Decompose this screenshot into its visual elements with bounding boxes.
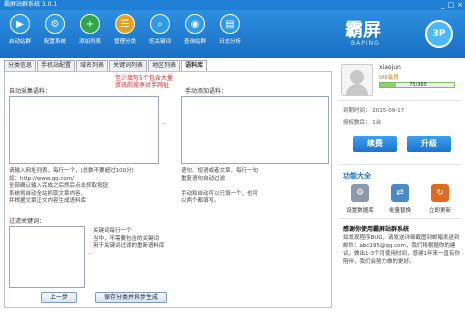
toolbar-log-button[interactable]: ▤ 日志分析	[214, 14, 246, 45]
auth-value: 1台	[372, 120, 382, 126]
log-icon: ▤	[220, 14, 240, 34]
user-sidebar: xiaojun VIP会员 75/365 到期时间： 2015-09-17 授权…	[335, 58, 465, 314]
toolbar-label: 启动站群	[8, 39, 31, 45]
toolbar-label: 管理分类	[113, 39, 136, 45]
avatar	[341, 64, 373, 96]
function-label: 批量替换	[388, 208, 411, 214]
tab-domain-list[interactable]: 域名列表	[76, 60, 109, 71]
tab-corpus[interactable]: 语料库	[181, 60, 208, 71]
toolbar-label: 查询站群	[183, 39, 206, 45]
filter-keyword-textarea[interactable]	[9, 226, 85, 288]
refresh-icon: ↻	[431, 184, 449, 202]
brand-name: 霸屏	[345, 20, 381, 41]
toolbar-add-list-button[interactable]: + 添加列表	[74, 14, 106, 45]
toolbar-label: 挖关键词	[148, 39, 171, 45]
corpus-panel: 至少填写5个包含大量 资讯的竞争对手网址 自动采集语料： 手动添加语料： · 请…	[4, 71, 332, 308]
toolbar-config-button[interactable]: ⚙ 配置系统	[39, 14, 71, 45]
set-database-button[interactable]: ⚙ 设置数据库	[345, 184, 375, 214]
expire-label: 到期时间：	[343, 108, 371, 114]
usage-progress-bar: 75/365	[379, 82, 455, 88]
replace-icon: ⇄	[391, 184, 409, 202]
save-category-button[interactable]: 保存分类并异步生成	[95, 292, 167, 303]
category-icon: ☰	[115, 14, 135, 34]
query-icon: ◉	[185, 14, 205, 34]
renew-button[interactable]: 续费	[353, 136, 397, 152]
tab-bar: 分类信息 手机站配置 域名列表 关键词列表 地区列表 语料库	[4, 60, 208, 71]
toolbar-label: 添加列表	[78, 39, 101, 45]
auto-corpus-label: 自动采集语料：	[9, 88, 52, 95]
required-marker: ·	[89, 250, 92, 258]
auto-corpus-note: 请输入网址列表，每行一个，(总数不要超过100分) 如：http://www.q…	[9, 168, 134, 204]
auth-label: 授权数目：	[343, 120, 371, 126]
window-controls: _ □ ×	[441, 0, 463, 10]
minimize-button[interactable]: _	[441, 0, 445, 10]
divider	[339, 164, 461, 165]
filter-keyword-label: 过滤关键词：	[9, 218, 46, 225]
function-label: 设置数据库	[346, 208, 374, 214]
brand-subtitle: BAPING	[351, 40, 380, 47]
divider	[339, 218, 461, 219]
window-title: 霸屏站群系统 3.0.1	[4, 1, 58, 8]
gear-icon: ⚙	[45, 14, 65, 34]
warning-text: 至少填写5个包含大量 资讯的竞争对手网址	[115, 75, 173, 89]
brand-logo: 霸屏 BAPING 3P	[337, 14, 457, 54]
tab-category-info[interactable]: 分类信息	[4, 60, 37, 71]
expire-row: 到期时间： 2015-09-17	[343, 106, 404, 114]
brand-badge-icon: 3P	[425, 20, 453, 48]
expire-value: 2015-09-17	[372, 108, 405, 114]
manual-corpus-label: 手动添加语料：	[185, 88, 228, 95]
user-icon	[350, 70, 364, 84]
previous-step-button[interactable]: 上一步	[41, 292, 77, 303]
maximize-button[interactable]: □	[448, 0, 455, 10]
toolbar-label: 配置系统	[43, 39, 66, 45]
divider	[339, 100, 461, 101]
notice-text: 如发现程序BUG，请发送详细截图到邮箱发送到邮件：abc195@qq.com，我…	[343, 235, 460, 265]
progress-text: 75/365	[409, 82, 427, 88]
toolbar-start-button[interactable]: ▶ 启动站群	[4, 14, 36, 45]
main-toolbar: ▶ 启动站群 ⚙ 配置系统 + 添加列表 ☰ 管理分类 ⌕ 挖关键词 ◉ 查询站…	[0, 10, 465, 58]
search-icon: ⌕	[150, 14, 170, 34]
auto-corpus-textarea[interactable]	[9, 96, 159, 164]
plus-icon: +	[80, 14, 100, 34]
upgrade-button[interactable]: 升级	[407, 136, 451, 152]
vip-badge: VIP会员	[379, 75, 399, 81]
play-icon: ▶	[10, 14, 30, 34]
notice-title: 感谢你使用霸屏站群系统	[343, 226, 410, 233]
toolbar-query-button[interactable]: ◉ 查询站群	[179, 14, 211, 45]
toolbar-keyword-button[interactable]: ⌕ 挖关键词	[144, 14, 176, 45]
toolbar-manage-category-button[interactable]: ☰ 管理分类	[109, 14, 141, 45]
update-now-button[interactable]: ↻ 立即更新	[425, 184, 455, 214]
manual-corpus-textarea[interactable]	[181, 96, 329, 164]
filter-keyword-note: 关键词每行一个 当中，不需要包含的关键词 用于关键词过滤的重新语料库	[93, 228, 165, 249]
auth-row: 授权数目： 1台	[343, 118, 381, 126]
function-label: 立即更新	[428, 208, 451, 214]
toolbar-label: 日志分析	[218, 39, 241, 45]
functions-title: 功能大全	[343, 172, 371, 180]
manual-corpus-note: 语句、短语或者文章，每行一句 重复语句自动过滤 手动和自动可以只填一个，也可 以…	[181, 168, 259, 204]
title-bar: 霸屏站群系统 3.0.1 _ □ ×	[0, 0, 465, 10]
tab-region-list[interactable]: 地区列表	[148, 60, 181, 71]
database-icon: ⚙	[351, 184, 369, 202]
required-marker: ·	[163, 120, 166, 128]
close-button[interactable]: ×	[457, 0, 463, 10]
tab-keyword-list[interactable]: 关键词列表	[109, 60, 148, 71]
tab-mobile-config[interactable]: 手机站配置	[37, 60, 76, 71]
batch-replace-button[interactable]: ⇄ 批量替换	[385, 184, 415, 214]
username: xiaojun	[379, 64, 401, 71]
